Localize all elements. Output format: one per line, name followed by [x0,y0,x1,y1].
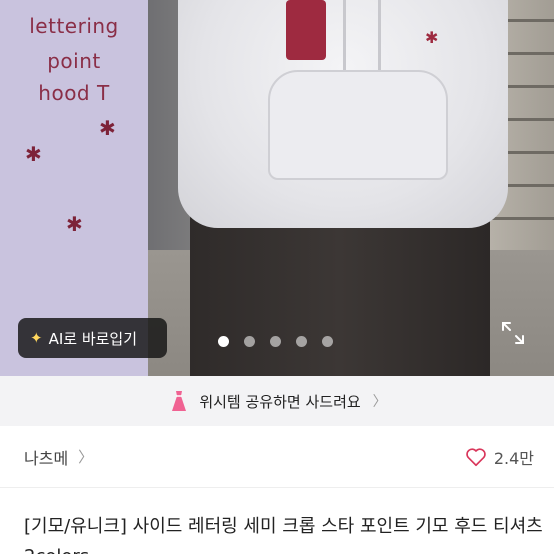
promo-line-2: point [47,49,101,73]
seller-row: 나츠메 〉 2.4만 [0,426,554,488]
cargo-pants [190,205,490,376]
chevron-right-icon[interactable]: 〉 [78,446,93,467]
wishlist-share-banner[interactable]: 위시템 공유하면 사드려요 〉 [0,376,554,426]
dress-icon [172,391,187,411]
star-icon: ✱ [425,28,439,47]
carousel-dot[interactable] [322,336,333,347]
like-count: 2.4만 [493,448,534,468]
product-image-carousel[interactable]: lettering point hood T ✱ ✱ ✱ ✱ ✦ AI로 바로입… [0,0,554,376]
product-photo: ✱ [148,0,554,376]
promo-line-1: lettering [29,14,119,38]
star-icon: ✱ [66,212,83,236]
lettering-print [286,0,326,60]
expand-icon[interactable] [500,320,526,346]
carousel-indicator [218,336,333,347]
seller-name[interactable]: 나츠메 [24,445,68,469]
star-icon: ✱ [99,116,116,140]
star-icon: ✱ [25,142,42,166]
chevron-right-icon: 〉 [372,394,387,410]
ai-try-on-button[interactable]: ✦ AI로 바로입기 [18,318,167,358]
carousel-dot[interactable] [270,336,281,347]
promo-line-3: hood T [38,81,110,105]
carousel-dot[interactable] [244,336,255,347]
hoodie: ✱ [178,0,508,228]
ai-try-on-label: AI로 바로입기 [48,329,138,348]
carousel-dot[interactable] [296,336,307,347]
product-title: [기모/유니크] 사이드 레터링 세미 크롭 스타 포인트 기모 후드 티셔츠 … [24,516,543,554]
like-button[interactable]: 2.4만 [465,445,534,469]
banner-label: 위시템 공유하면 사드려요 [199,392,361,411]
hoodie-pocket [268,70,448,180]
carousel-dot-active[interactable] [218,336,229,347]
heart-icon [466,447,486,466]
magic-wand-icon: ✦ [30,329,43,347]
